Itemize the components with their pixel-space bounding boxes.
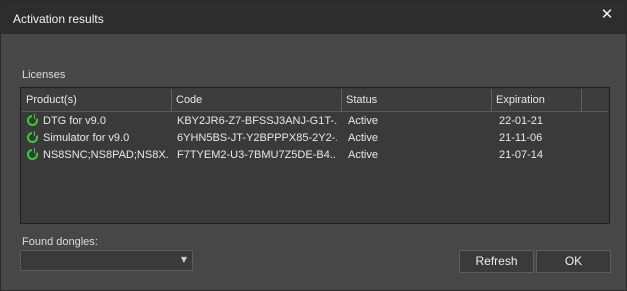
code-cell: 6YHN5BS-JT-Y2BPPPX85-2Y2-... [177,132,337,144]
power-on-icon [27,131,38,143]
code-cell: KBY2JR6-Z7-BFSSJ3ANJ-G1T-... [177,115,337,127]
licenses-table: Product(s) Code Status Expiration DTG fo… [20,87,610,224]
column-header-filler [582,89,608,111]
table-header: Product(s) Code Status Expiration [22,89,608,112]
product-cell: Simulator for v9.0 [43,132,130,144]
column-header-expiration[interactable]: Expiration [492,89,582,111]
power-on-icon [27,148,38,160]
column-header-code[interactable]: Code [172,89,342,111]
table-row[interactable]: Simulator for v9.0 6YHN5BS-JT-Y2BPPPX85-… [22,130,608,147]
product-cell: DTG for v9.0 [43,115,106,127]
status-cell: Active [348,132,378,144]
column-header-products[interactable]: Product(s) [22,89,172,111]
status-cell: Active [348,149,378,161]
close-icon[interactable]: ✕ [596,5,618,25]
status-cell: Active [348,115,378,127]
licenses-label: Licenses [22,69,66,81]
expiration-cell: 21-11-06 [499,132,543,144]
expiration-cell: 22-01-21 [499,115,544,127]
title-bar: Activation results ✕ [1,1,626,34]
activation-results-dialog: Activation results ✕ Licenses Product(s)… [0,0,627,291]
dialog-title: Activation results [13,12,104,26]
found-dongles-label: Found dongles: [22,236,98,248]
chevron-down-icon[interactable]: ▼ [181,255,187,264]
expiration-cell: 21-07-14 [499,149,544,161]
refresh-button[interactable]: Refresh [459,250,534,273]
power-on-icon [27,114,38,126]
code-cell: F7TYEM2-U3-7BMU7Z5DE-B4... [177,149,337,161]
ok-button[interactable]: OK [536,250,611,273]
table-row[interactable]: DTG for v9.0 KBY2JR6-Z7-BFSSJ3ANJ-G1T-..… [22,113,608,130]
product-cell: NS8SNC;NS8PAD;NS8X... [43,149,168,161]
table-row[interactable]: NS8SNC;NS8PAD;NS8X... F7TYEM2-U3-7BMU7Z5… [22,147,608,164]
column-header-status[interactable]: Status [342,89,492,111]
found-dongles-dropdown[interactable]: ▼ [20,250,193,271]
